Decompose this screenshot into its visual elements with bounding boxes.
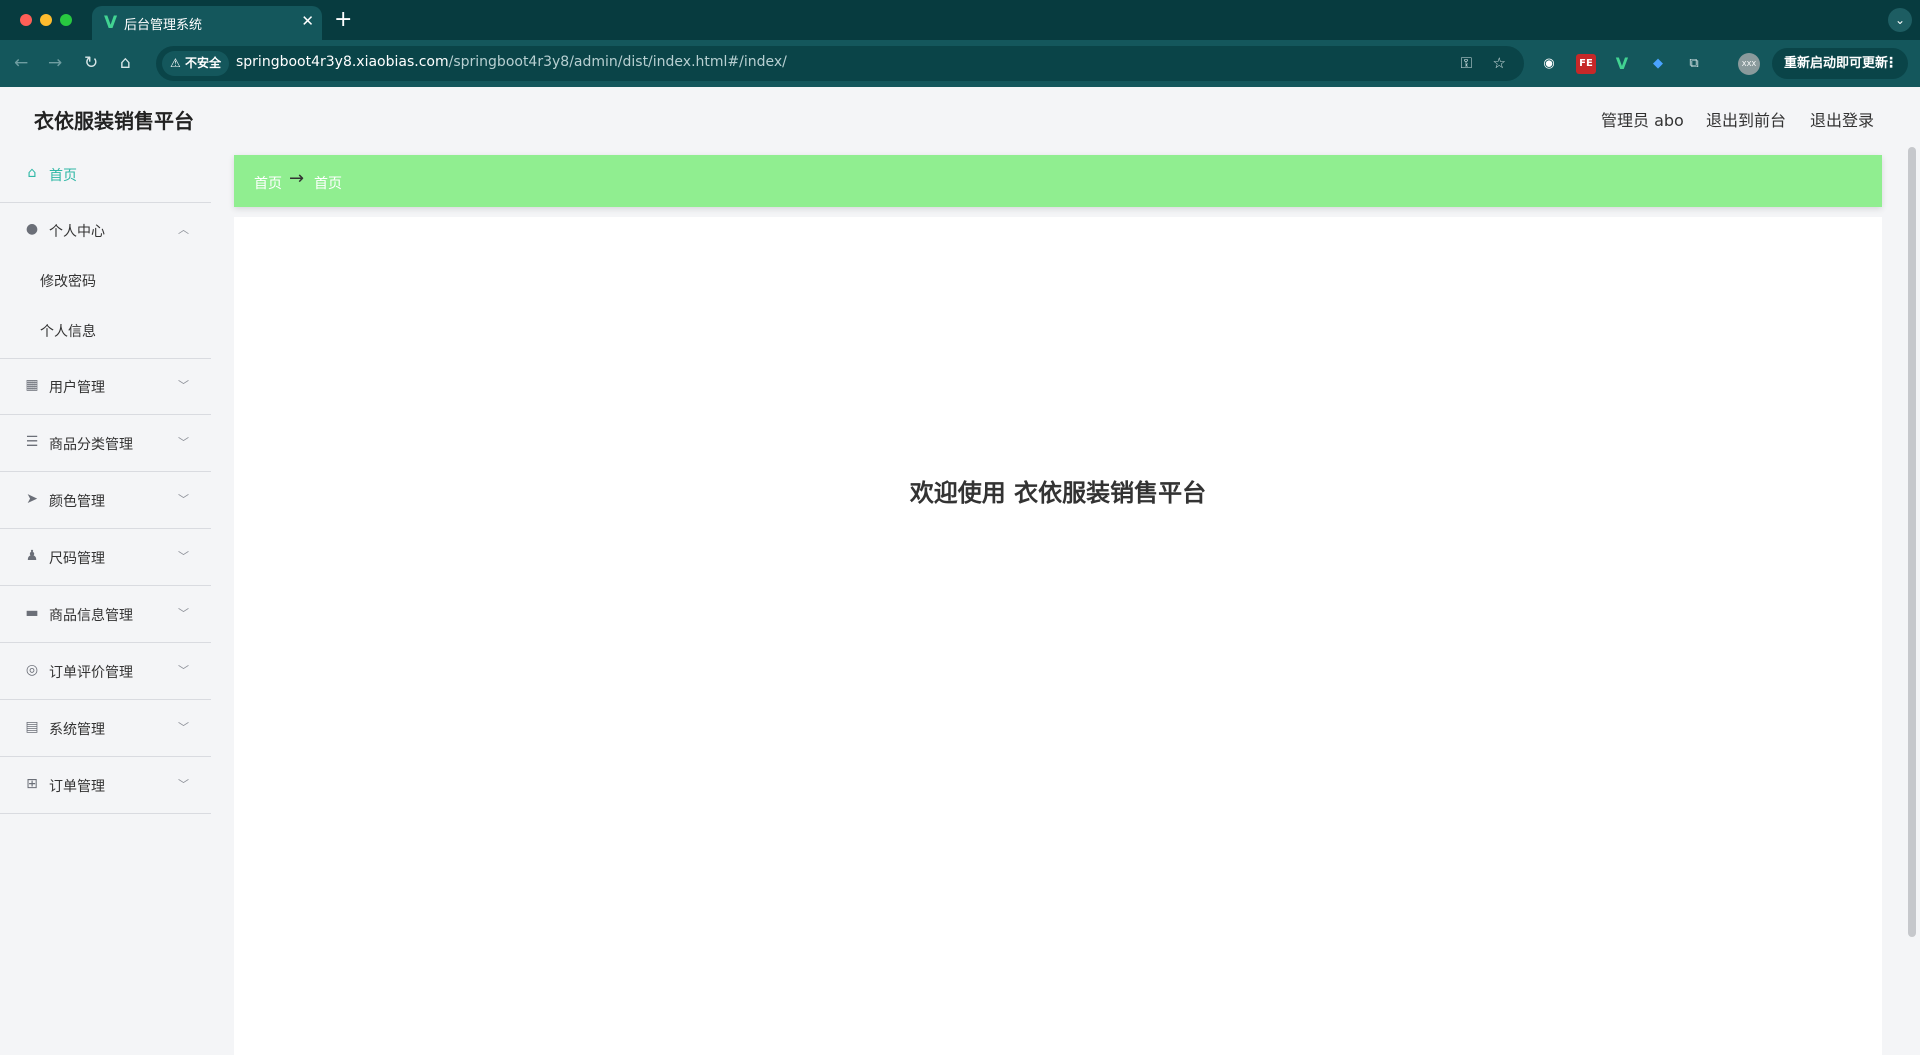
person-icon: ♟	[25, 548, 39, 564]
app-header: 衣依服装销售平台 管理员 abo 退出到前台 退出登录	[0, 87, 1920, 147]
sidebar-item-label: 商品信息管理	[49, 608, 133, 624]
sidebar-item-product-management[interactable]: ▬ 商品信息管理 ﹀	[0, 587, 211, 643]
user-icon: ●	[25, 221, 39, 237]
breadcrumb-home-link[interactable]: 首页	[254, 173, 282, 193]
sidebar-item-label: 系统管理	[49, 722, 105, 738]
new-tab-icon[interactable]: +	[334, 6, 352, 34]
url-path: /springboot4r3y8/admin/dist/index.html#/…	[448, 54, 787, 70]
more-menu-icon[interactable]: ⋮	[1884, 48, 1898, 79]
browser-tab-active[interactable]: V 后台管理系统 ✕	[92, 6, 322, 40]
browser-toolbar: ← → ↻ ⌂ ⚠ 不安全 springboot4r3y8.xiaobias.c…	[0, 40, 1920, 87]
breadcrumb-arrow-icon: →	[289, 168, 305, 189]
chevron-down-icon: ﹀	[178, 379, 189, 392]
chevron-down-icon: ﹀	[178, 607, 189, 620]
profile-avatar[interactable]: XXX	[1738, 53, 1760, 75]
sidebar-item-size-management[interactable]: ♟ 尺码管理 ﹀	[0, 530, 211, 586]
relaunch-update-button[interactable]: 重新启动即可更新 ⋮	[1772, 48, 1908, 79]
sidebar-subitem-personal-info[interactable]: 个人信息	[0, 305, 211, 355]
tab-close-icon[interactable]: ✕	[301, 12, 314, 30]
tab-title: 后台管理系统	[124, 18, 203, 33]
breadcrumb: 首页 → 首页	[234, 155, 1882, 207]
breadcrumb-current: 首页	[314, 176, 342, 192]
sidebar-item-order-management[interactable]: ⊞ 订单管理 ﹀	[0, 758, 211, 814]
page-scrollbar[interactable]	[1908, 147, 1916, 937]
sidebar-menu: ⌂ 首页 ● 个人中心 ︿ 修改密码 个人信息 ▦ 用户管理 ﹀ ☰ 商品分类管…	[0, 147, 211, 1055]
maximize-window-button[interactable]	[60, 14, 72, 26]
compass-icon: ◎	[25, 662, 39, 678]
extension-vue-devtools-icon[interactable]: V	[1612, 54, 1632, 74]
password-key-icon[interactable]: ⚿	[1461, 54, 1472, 72]
close-window-button[interactable]	[20, 14, 32, 26]
grid-icon: ⊞	[26, 776, 38, 792]
sidebar-item-category-management[interactable]: ☰ 商品分类管理 ﹀	[0, 416, 211, 472]
chevron-up-icon: ︿	[178, 223, 189, 236]
forward-arrow-icon[interactable]: →	[48, 52, 62, 74]
sidebar-item-label: 订单管理	[49, 779, 105, 795]
sidebar-subitem-label: 个人信息	[40, 324, 96, 340]
extensions-puzzle-icon[interactable]: ⧉	[1684, 54, 1704, 74]
url-host: springboot4r3y8.xiaobias.com	[236, 54, 449, 70]
extension-fe-icon[interactable]: FE	[1576, 54, 1596, 74]
sidebar-item-label: 订单评价管理	[49, 665, 133, 681]
address-bar[interactable]: ⚠ 不安全 springboot4r3y8.xiaobias.com/sprin…	[156, 46, 1524, 81]
extension-diamond-icon[interactable]: ◆	[1648, 54, 1668, 74]
sidebar-item-label: 个人中心	[49, 224, 105, 240]
chevron-down-icon: ﹀	[178, 550, 189, 563]
sidebar-item-label: 商品分类管理	[49, 437, 133, 453]
home-icon: ⌂	[27, 165, 37, 181]
sidebar-subitem-label: 修改密码	[40, 274, 96, 290]
sidebar-item-label: 颜色管理	[49, 494, 105, 510]
welcome-heading: 欢迎使用 衣依服装销售平台	[909, 479, 1207, 507]
chevron-down-icon: ﹀	[178, 778, 189, 791]
home-icon[interactable]: ⌂	[120, 52, 131, 74]
chevron-down-icon: ﹀	[178, 664, 189, 677]
main-content: 首页 → 首页 欢迎使用 衣依服装销售平台	[234, 155, 1882, 1055]
vue-logo-icon: V	[104, 13, 118, 33]
browser-tab-bar: V 后台管理系统 ✕ + ⌄	[0, 0, 1920, 40]
bookmark-star-icon[interactable]: ☆	[1493, 54, 1506, 72]
sidebar-item-system-management[interactable]: ▤ 系统管理 ﹀	[0, 701, 211, 757]
sidebar-item-review-management[interactable]: ◎ 订单评价管理 ﹀	[0, 644, 211, 700]
sidebar-subitem-change-password[interactable]: 修改密码	[0, 255, 211, 305]
sidebar-item-label: 用户管理	[49, 380, 105, 396]
chevron-down-icon: ﹀	[178, 493, 189, 506]
not-secure-label: 不安全	[184, 56, 221, 70]
sidebar-item-personal-center[interactable]: ● 个人中心 ︿	[0, 203, 211, 259]
back-arrow-icon[interactable]: ←	[14, 52, 28, 74]
send-icon: ➤	[26, 491, 38, 507]
logout-link[interactable]: 退出登录	[1810, 107, 1874, 131]
chat-icon: ▬	[25, 605, 39, 621]
url-text[interactable]: springboot4r3y8.xiaobias.com/springboot4…	[236, 54, 787, 70]
sidebar-item-label: 首页	[49, 168, 77, 184]
reload-icon[interactable]: ↻	[84, 52, 98, 74]
chevron-down-icon: ﹀	[178, 721, 189, 734]
stamp-icon: ▦	[25, 377, 39, 393]
chevron-down-icon: ﹀	[178, 436, 189, 449]
not-secure-badge[interactable]: ⚠ 不安全	[162, 51, 229, 76]
app-title: 衣依服装销售平台	[34, 109, 194, 133]
relaunch-label: 重新启动即可更新	[1784, 56, 1889, 71]
sidebar-item-label: 尺码管理	[49, 551, 105, 567]
list-icon: ☰	[25, 434, 39, 450]
sidebar-item-user-management[interactable]: ▦ 用户管理 ﹀	[0, 359, 211, 415]
clipboard-icon: ▤	[25, 719, 39, 735]
exit-to-front-link[interactable]: 退出到前台	[1706, 107, 1786, 131]
sidebar-item-color-management[interactable]: ➤ 颜色管理 ﹀	[0, 473, 211, 529]
content-card: 欢迎使用 衣依服装销售平台	[234, 217, 1882, 1055]
extension-owl-icon[interactable]: ◉	[1539, 54, 1559, 74]
sidebar-item-home[interactable]: ⌂ 首页	[0, 147, 211, 203]
tab-search-chevron-icon[interactable]: ⌄	[1888, 8, 1912, 32]
admin-user-label: 管理员 abo	[1601, 111, 1684, 130]
minimize-window-button[interactable]	[40, 14, 52, 26]
